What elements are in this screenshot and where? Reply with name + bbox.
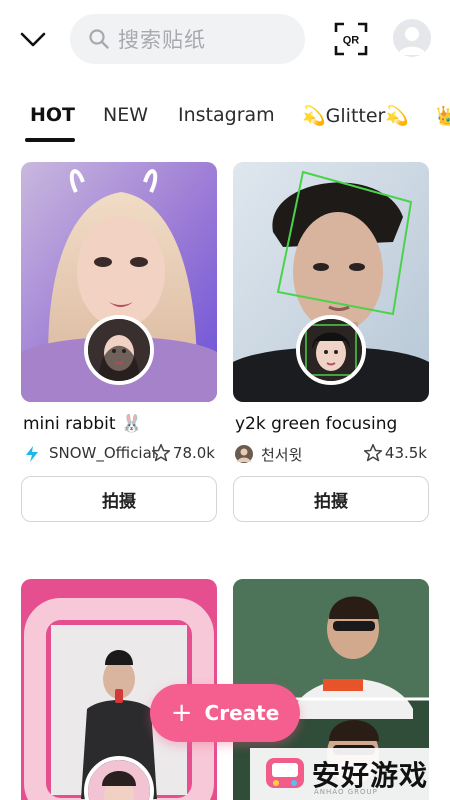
- tab-active-indicator: [25, 138, 75, 142]
- shoot-button[interactable]: 拍摄: [21, 476, 217, 522]
- sticker-sample-avatar: [84, 315, 154, 385]
- star-icon[interactable]: [151, 443, 171, 463]
- game-controller-logo-icon: [266, 758, 304, 788]
- author-name[interactable]: 천서윗: [261, 444, 302, 465]
- sticker-card[interactable]: y2k green focusing 천서윗 43.5k 拍摄: [233, 162, 429, 524]
- tab-new[interactable]: NEW: [103, 104, 148, 126]
- star-icon[interactable]: [363, 443, 383, 463]
- tab-crown[interactable]: 👑: [436, 104, 450, 127]
- tab-hot[interactable]: HOT: [30, 104, 75, 126]
- author-avatar-icon: [235, 445, 253, 463]
- watermark: 安好游戏 ANHAO GROUP: [250, 748, 450, 800]
- tab-glitter[interactable]: 💫Glitter💫: [302, 104, 409, 127]
- qr-icon: QR: [334, 22, 368, 56]
- search-placeholder: 搜索贴纸: [118, 28, 206, 52]
- sticker-preview-image[interactable]: [21, 162, 217, 402]
- like-count: 43.5k: [384, 444, 427, 462]
- create-button[interactable]: + Create: [150, 684, 300, 742]
- search-input[interactable]: 搜索贴纸: [70, 14, 305, 64]
- tab-instagram[interactable]: Instagram: [178, 104, 275, 126]
- sticker-preview-image[interactable]: [233, 162, 429, 402]
- shoot-button[interactable]: 拍摄: [233, 476, 429, 522]
- qr-scan-button[interactable]: QR: [334, 22, 368, 56]
- avatar[interactable]: [393, 19, 431, 57]
- create-label: Create: [204, 701, 280, 725]
- sticker-title: y2k green focusing: [235, 414, 398, 434]
- sticker-meta: 천서윗 43.5k: [233, 443, 429, 465]
- chevron-down-icon: [20, 32, 46, 47]
- sticker-title: mini rabbit 🐰: [23, 414, 143, 434]
- category-tabs: HOT NEW Instagram 💫Glitter💫 👑: [0, 96, 450, 148]
- qr-label: QR: [343, 35, 360, 47]
- top-bar: 搜索贴纸 QR: [0, 0, 450, 78]
- search-icon: [89, 29, 109, 49]
- author-name[interactable]: SNOW_Official: [49, 444, 156, 462]
- sticker-card[interactable]: mini rabbit 🐰 SNOW_Official 78.0k 拍摄: [21, 162, 217, 524]
- watermark-subtext: ANHAO GROUP: [314, 788, 378, 796]
- user-icon: [398, 27, 426, 55]
- sticker-sample-avatar: [296, 315, 366, 385]
- plus-icon: +: [170, 698, 193, 728]
- sticker-meta: SNOW_Official 78.0k: [21, 443, 217, 465]
- back-button[interactable]: [16, 24, 50, 56]
- like-count: 78.0k: [172, 444, 215, 462]
- snow-brand-icon: [26, 446, 38, 462]
